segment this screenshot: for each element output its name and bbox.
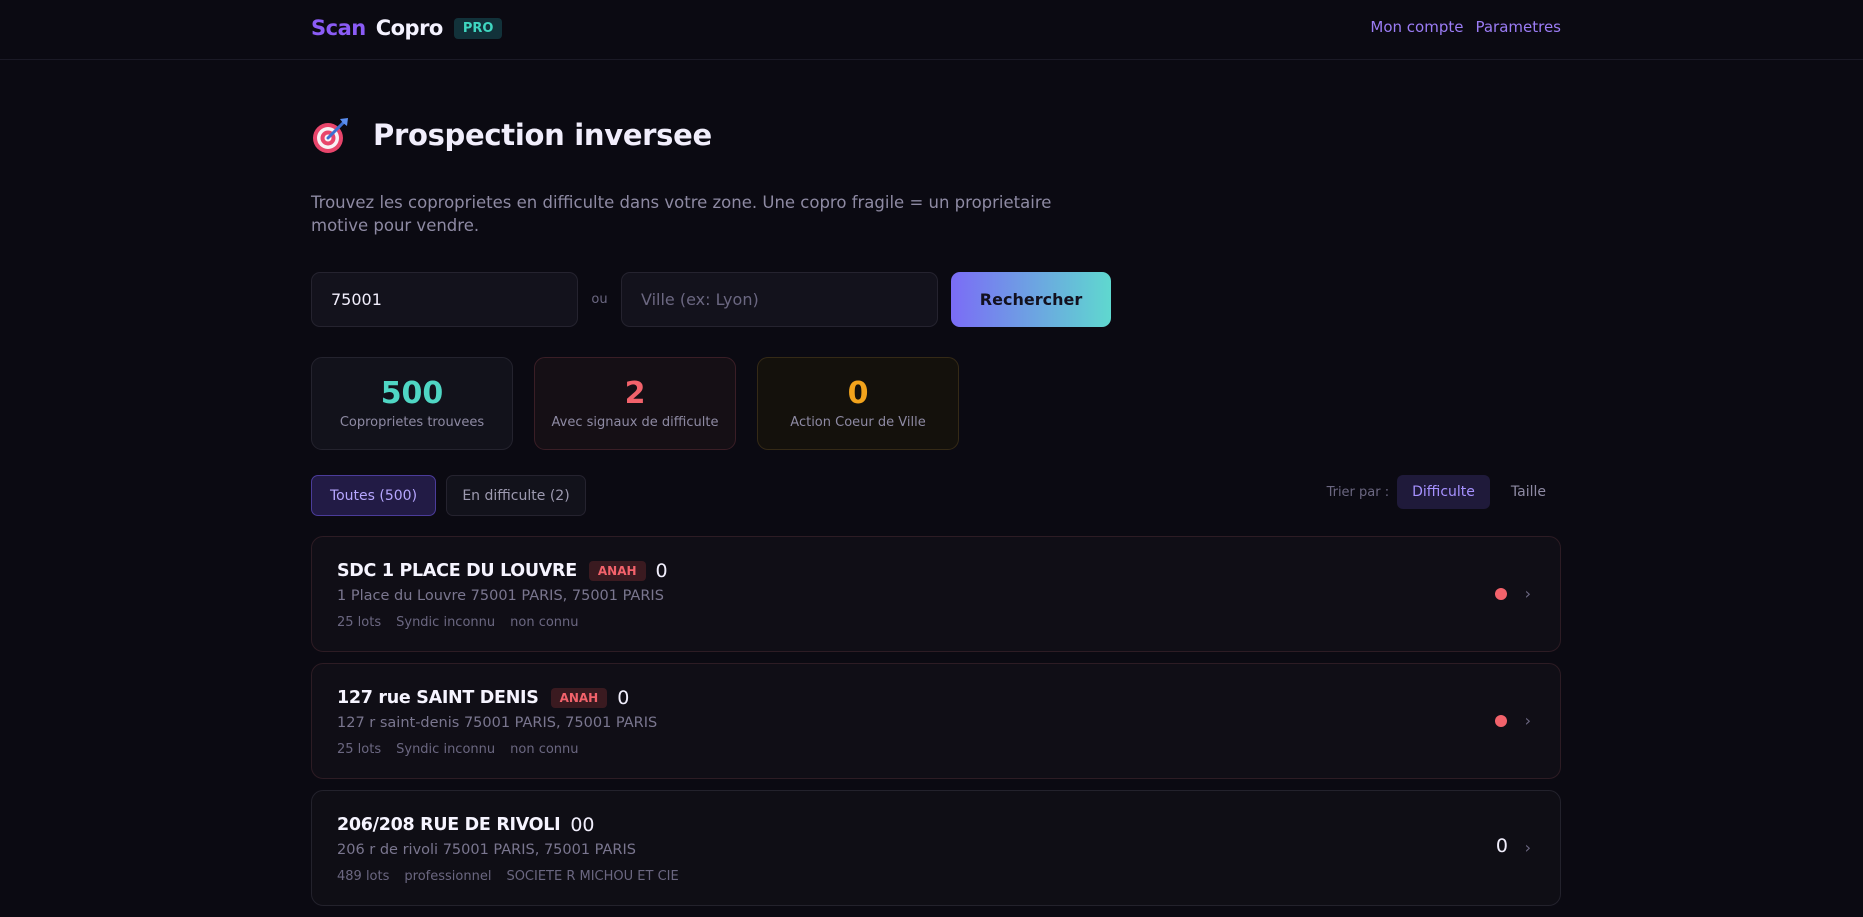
or-separator: ou <box>591 292 608 307</box>
target-icon <box>311 115 351 155</box>
top-nav: Mon compte Parametres <box>1370 18 1561 36</box>
copro-name: SDC 1 PLACE DU LOUVRE <box>337 561 577 581</box>
copro-meta: 489 lots professionnel SOCIETE R MICHOU … <box>337 869 679 884</box>
result-card[interactable]: 206/208 RUE DE RIVOLI 00 206 r de rivoli… <box>311 790 1561 906</box>
nav-link-mon-compte[interactable]: Mon compte <box>1370 18 1463 36</box>
difficulty-dot-icon <box>1495 588 1507 600</box>
sort-option-difficulte[interactable]: Difficulte <box>1397 475 1490 509</box>
stat-value: 500 <box>380 376 444 411</box>
copro-address: 127 r saint-denis 75001 PARIS, 75001 PAR… <box>337 715 658 731</box>
stat-card-coeur-de-ville: 0 Action Coeur de Ville <box>757 357 959 450</box>
copro-name: 127 rue SAINT DENIS <box>337 688 539 708</box>
lots-count: 25 lots <box>337 742 382 757</box>
syndic-name: non connu <box>510 742 579 757</box>
syndic-info: Syndic inconnu <box>396 742 496 757</box>
card-extra-value: 0 <box>655 560 668 582</box>
page-header: Prospection inversee <box>311 115 712 155</box>
lots-count: 489 lots <box>337 869 390 884</box>
copro-name: 206/208 RUE DE RIVOLI <box>337 815 561 835</box>
stat-label: Coproprietes trouvees <box>339 415 485 430</box>
syndic-info: professionnel <box>404 869 492 884</box>
city-input[interactable] <box>621 272 938 327</box>
anah-badge: ANAH <box>588 561 646 581</box>
copro-meta: 25 lots Syndic inconnu non connu <box>337 742 579 757</box>
stats-row: 500 Coproprietes trouvees 2 Avec signaux… <box>311 357 959 450</box>
stat-label: Avec signaux de difficulte <box>551 415 719 430</box>
tab-toutes[interactable]: Toutes (500) <box>311 475 436 516</box>
sort-option-taille[interactable]: Taille <box>1496 475 1561 509</box>
chevron-right-icon[interactable]: › <box>1525 584 1531 603</box>
search-bar: ou Rechercher <box>311 272 1111 327</box>
lots-count: 25 lots <box>337 615 382 630</box>
top-bar: Scan Copro PRO Mon compte Parametres <box>0 0 1863 60</box>
sort-label: Trier par : <box>1326 484 1390 500</box>
card-header: SDC 1 PLACE DU LOUVRE ANAH 0 <box>337 558 668 584</box>
card-header: 206/208 RUE DE RIVOLI 00 <box>337 812 595 838</box>
filter-bar: Toutes (500) En difficulte (2) Trier par… <box>311 475 1561 516</box>
page-subtitle: Trouvez les coproprietes en difficulte d… <box>311 193 1052 235</box>
difficulty-dot-icon <box>1495 715 1507 727</box>
page-title: Prospection inversee <box>373 118 712 152</box>
brand-scan-text: Scan <box>311 16 366 40</box>
result-card[interactable]: SDC 1 PLACE DU LOUVRE ANAH 0 1 Place du … <box>311 536 1561 652</box>
stat-card-total: 500 Coproprietes trouvees <box>311 357 513 450</box>
copro-address: 1 Place du Louvre 75001 PARIS, 75001 PAR… <box>337 588 664 604</box>
anah-badge: ANAH <box>550 688 608 708</box>
stat-value: 2 <box>624 376 646 411</box>
brand-copro-text: Copro <box>375 16 444 40</box>
result-card[interactable]: 127 rue SAINT DENIS ANAH 0 127 r saint-d… <box>311 663 1561 779</box>
stat-value: 0 <box>847 376 869 411</box>
card-header: 127 rue SAINT DENIS ANAH 0 <box>337 685 629 711</box>
card-extra-value: 00 <box>570 814 595 836</box>
chevron-right-icon[interactable]: › <box>1525 711 1531 730</box>
syndic-name: SOCIETE R MICHOU ET CIE <box>506 869 679 884</box>
tab-en-difficulte[interactable]: En difficulte (2) <box>446 475 586 516</box>
search-button[interactable]: Rechercher <box>951 272 1111 327</box>
brand-logo[interactable]: Scan Copro PRO <box>311 15 503 41</box>
sort-control: Trier par : Difficulte Taille <box>1327 475 1561 509</box>
stat-card-difficulty: 2 Avec signaux de difficulte <box>534 357 736 450</box>
syndic-name: non connu <box>510 615 579 630</box>
stat-label: Action Coeur de Ville <box>790 415 926 430</box>
copro-address: 206 r de rivoli 75001 PARIS, 75001 PARIS <box>337 842 636 858</box>
card-extra-value: 0 <box>617 687 630 709</box>
copro-meta: 25 lots Syndic inconnu non connu <box>337 615 579 630</box>
results-list: SDC 1 PLACE DU LOUVRE ANAH 0 1 Place du … <box>311 536 1561 917</box>
pro-badge: PRO <box>453 17 503 39</box>
postal-code-input[interactable] <box>311 272 578 327</box>
difficulty-score: 0 <box>1495 835 1508 857</box>
chevron-right-icon[interactable]: › <box>1525 838 1531 857</box>
syndic-info: Syndic inconnu <box>396 615 496 630</box>
nav-link-parametres[interactable]: Parametres <box>1475 18 1561 36</box>
